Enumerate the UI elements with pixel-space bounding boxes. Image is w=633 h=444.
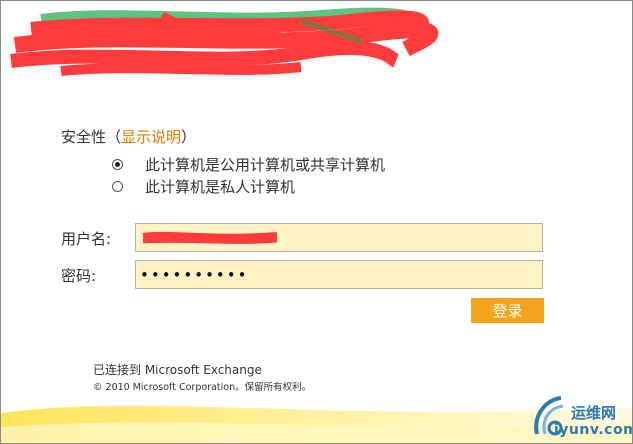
password-label: 密码: <box>61 267 97 285</box>
username-label: 用户名: <box>61 230 112 248</box>
radio-private-computer[interactable] <box>112 181 123 192</box>
login-button[interactable]: 登录 <box>471 298 544 323</box>
watermark-site-cn: 运维网 <box>571 404 617 422</box>
watermark-site-en: iyunv.com <box>554 422 633 438</box>
redacted-header-scribble <box>10 7 439 76</box>
username-redaction-scribble <box>142 231 278 244</box>
security-label: 安全性 <box>61 128 107 146</box>
radio-public-computer-label[interactable]: 此计算机是公用计算机或共享计算机 <box>145 156 385 174</box>
show-explanation-link[interactable]: 显示说明 <box>121 128 181 146</box>
radio-public-computer[interactable] <box>112 159 123 170</box>
paren-close: ） <box>181 128 197 146</box>
password-input[interactable] <box>135 260 543 289</box>
paren-open: （ <box>106 128 122 146</box>
copyright-text: © 2010 Microsoft Corporation。保留所有权利。 <box>93 382 312 393</box>
connected-to-exchange-text: 已连接到 Microsoft Exchange <box>93 363 262 377</box>
security-heading: 安全性（显示说明） <box>61 128 196 146</box>
radio-private-computer-label[interactable]: 此计算机是私人计算机 <box>145 178 295 196</box>
owa-login-frame: 安全性（显示说明） 此计算机是公用计算机或共享计算机 此计算机是私人计算机 用户… <box>0 0 633 444</box>
